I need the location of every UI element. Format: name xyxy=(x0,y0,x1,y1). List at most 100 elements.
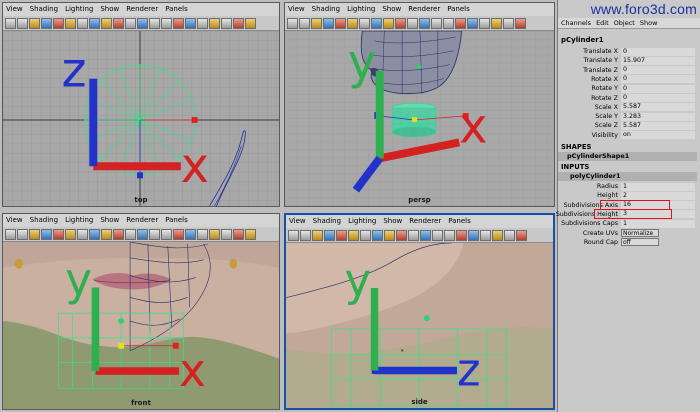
camera-attributes-icon[interactable] xyxy=(5,17,16,29)
wireframe-on-shaded-icon[interactable] xyxy=(431,17,442,29)
menu-view[interactable]: View xyxy=(288,3,305,16)
shadows-icon[interactable] xyxy=(480,229,491,241)
camera-icon[interactable] xyxy=(300,229,311,241)
menu-shading[interactable]: Shading xyxy=(30,214,58,227)
image-plane-icon[interactable] xyxy=(41,228,52,240)
menu-lighting[interactable]: Lighting xyxy=(347,3,375,16)
camera-icon[interactable] xyxy=(299,17,310,29)
camera-attributes-icon[interactable] xyxy=(287,17,298,29)
camera-icon[interactable] xyxy=(17,17,28,29)
menu-renderer[interactable]: Renderer xyxy=(126,214,158,227)
wireframe-icon[interactable] xyxy=(407,17,418,29)
camera-attributes-icon[interactable] xyxy=(5,228,16,240)
xray-icon[interactable] xyxy=(444,229,455,241)
grid-icon[interactable] xyxy=(53,17,64,29)
safe-action-icon[interactable] xyxy=(113,17,124,29)
attr-value[interactable]: 0 xyxy=(621,84,695,93)
xray-icon[interactable] xyxy=(443,17,454,29)
high-quality-icon[interactable] xyxy=(221,228,232,240)
menu-shading[interactable]: Shading xyxy=(30,3,58,16)
viewport-canvas-persp[interactable]: x y persp xyxy=(285,31,554,206)
menu-object[interactable]: Object xyxy=(614,18,635,28)
camera-icon[interactable] xyxy=(17,228,28,240)
menu-view[interactable]: View xyxy=(6,214,23,227)
backface-icon[interactable] xyxy=(516,229,527,241)
resolution-gate-icon[interactable] xyxy=(360,229,371,241)
smooth-wire-icon[interactable] xyxy=(245,228,256,240)
isolate-select-icon[interactable] xyxy=(209,17,220,29)
round-cap-dropdown[interactable]: off xyxy=(621,237,659,246)
menu-lighting[interactable]: Lighting xyxy=(65,3,93,16)
textured-icon[interactable] xyxy=(173,228,184,240)
menu-panels[interactable]: Panels xyxy=(165,214,188,227)
resolution-gate-icon[interactable] xyxy=(77,228,88,240)
camera-attributes-icon[interactable] xyxy=(288,229,299,241)
attr-scale-z[interactable]: Scale Z 5.587 xyxy=(558,121,698,130)
shadows-icon[interactable] xyxy=(197,228,208,240)
attr-value[interactable]: 1 xyxy=(621,182,695,191)
menu-show[interactable]: Show xyxy=(100,214,119,227)
high-quality-icon[interactable] xyxy=(503,17,514,29)
textured-icon[interactable] xyxy=(455,17,466,29)
grid-icon[interactable] xyxy=(53,228,64,240)
menu-renderer[interactable]: Renderer xyxy=(408,3,440,16)
resolution-gate-icon[interactable] xyxy=(77,17,88,29)
shape-node-name[interactable]: pCylinderShape1 xyxy=(558,152,697,161)
resolution-gate-icon[interactable] xyxy=(359,17,370,29)
field-chart-icon[interactable] xyxy=(384,229,395,241)
gate-mask-icon[interactable] xyxy=(89,228,100,240)
attr-value[interactable]: 3.283 xyxy=(621,112,695,121)
viewport-side[interactable]: View Shading Lighting Show Renderer Pane… xyxy=(284,213,555,410)
lights-icon[interactable] xyxy=(467,17,478,29)
bookmark-icon[interactable] xyxy=(29,17,40,29)
film-gate-icon[interactable] xyxy=(65,17,76,29)
menu-renderer[interactable]: Renderer xyxy=(126,3,158,16)
isolate-select-icon[interactable] xyxy=(209,228,220,240)
bookmark-icon[interactable] xyxy=(311,17,322,29)
wireframe-on-shaded-icon[interactable] xyxy=(149,17,160,29)
lights-icon[interactable] xyxy=(185,17,196,29)
attr-value[interactable]: 1 xyxy=(621,219,695,228)
smooth-shade-icon[interactable] xyxy=(137,17,148,29)
attr-scale-x[interactable]: Scale X 5.587 xyxy=(558,103,698,112)
attr-rotate-x[interactable]: Rotate X0 xyxy=(558,75,698,84)
field-chart-icon[interactable] xyxy=(383,17,394,29)
attr-value[interactable]: 5.587 xyxy=(621,103,695,112)
gate-mask-icon[interactable] xyxy=(89,17,100,29)
attr-create-uvs[interactable]: Create UVs Normalize a xyxy=(558,228,698,244)
input-node-name[interactable]: polyCylinder1 xyxy=(558,172,697,181)
attr-translate-x[interactable]: Translate X0 xyxy=(558,47,698,56)
gate-mask-icon[interactable] xyxy=(372,229,383,241)
isolate-select-icon[interactable] xyxy=(491,17,502,29)
menu-view[interactable]: View xyxy=(6,3,23,16)
wireframe-on-shaded-icon[interactable] xyxy=(432,229,443,241)
menu-show[interactable]: Show xyxy=(382,3,401,16)
xray-icon[interactable] xyxy=(161,17,172,29)
menu-panels[interactable]: Panels xyxy=(447,3,470,16)
attr-translate-z[interactable]: Translate Z0 xyxy=(558,66,698,75)
isolate-select-icon[interactable] xyxy=(492,229,503,241)
object-name[interactable]: pCylinder1 xyxy=(561,36,604,44)
attr-round-cap[interactable]: Round Cap off xyxy=(558,237,698,247)
shadows-icon[interactable] xyxy=(197,17,208,29)
attr-value[interactable]: on xyxy=(621,131,695,140)
attr-rotate-y[interactable]: Rotate Y0 xyxy=(558,84,698,93)
attr-value[interactable]: 0 xyxy=(621,94,695,102)
smooth-shade-icon[interactable] xyxy=(419,17,430,29)
wireframe-icon[interactable] xyxy=(125,228,136,240)
grid-icon[interactable] xyxy=(336,229,347,241)
viewport-front[interactable]: View Shading Lighting Show Renderer Pane… xyxy=(2,213,280,410)
attr-value[interactable]: 0 xyxy=(621,47,695,56)
attr-translate-y[interactable]: Translate Y 15.907 xyxy=(558,56,698,65)
image-plane-icon[interactable] xyxy=(41,17,52,29)
viewport-canvas-front[interactable]: x y front xyxy=(3,242,279,409)
menu-show[interactable]: Show xyxy=(640,18,658,28)
menu-shading[interactable]: Shading xyxy=(313,215,341,228)
film-gate-icon[interactable] xyxy=(347,17,358,29)
lights-icon[interactable] xyxy=(468,229,479,241)
menu-renderer[interactable]: Renderer xyxy=(409,215,441,228)
backface-icon[interactable] xyxy=(515,17,526,29)
lights-icon[interactable] xyxy=(185,228,196,240)
high-quality-icon[interactable] xyxy=(221,17,232,29)
field-chart-icon[interactable] xyxy=(101,228,112,240)
